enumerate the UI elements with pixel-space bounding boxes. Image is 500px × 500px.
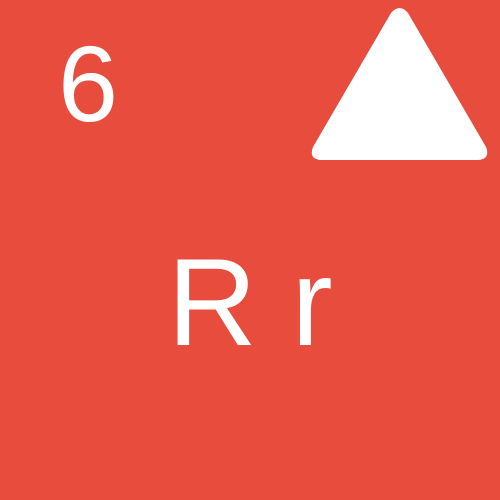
card-letters: R r — [167, 234, 333, 372]
triangle-up-icon — [311, 8, 488, 160]
card-number: 6 — [58, 23, 119, 144]
letter-card: 6 R r — [0, 0, 500, 500]
